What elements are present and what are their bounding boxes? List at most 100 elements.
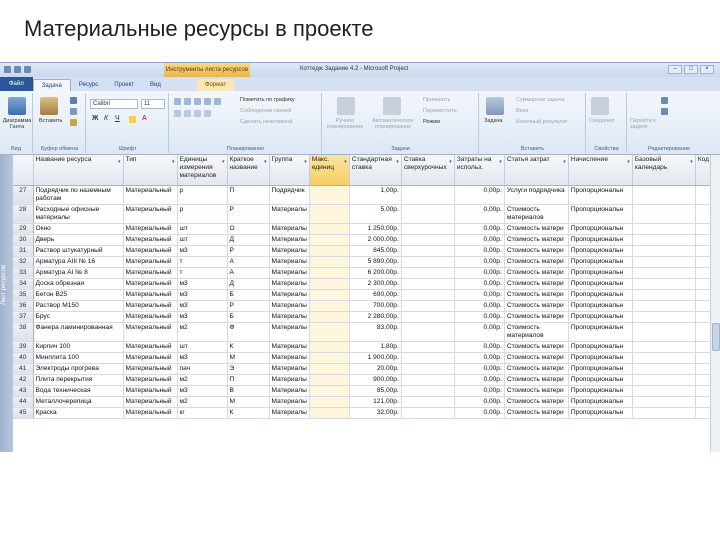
table-row[interactable]: 33 Арматура AI № 8 Материальный т А Материалы… — [13, 267, 713, 279]
cell-accrue[interactable]: Пропорциональн — [568, 289, 633, 301]
cell-group[interactable]: Материалы — [269, 341, 310, 353]
cell-id[interactable]: 42 — [13, 374, 34, 386]
cell-id[interactable]: 37 — [13, 311, 34, 323]
cell-ovt-rate[interactable] — [401, 245, 455, 257]
cell-initials[interactable]: О — [227, 223, 270, 235]
cell-base-calendar[interactable] — [632, 385, 696, 397]
indent-icon[interactable] — [174, 110, 181, 117]
cell-accrue[interactable]: Пропорциональн — [568, 396, 633, 408]
cell-resource-name[interactable]: Металлочерепица — [33, 396, 124, 408]
clear-icon[interactable] — [661, 108, 668, 115]
cell-group[interactable]: Материалы — [269, 289, 310, 301]
cell-material-label[interactable]: м3 — [177, 289, 228, 301]
cell-std-rate[interactable]: 2 000,00р. — [349, 234, 402, 246]
table-row[interactable]: 29 Окно Материальный шт О Материалы 1 250,00р.… — [13, 223, 713, 235]
cell-id[interactable]: 43 — [13, 385, 34, 397]
column-header-group[interactable]: Группа ▾ — [269, 155, 310, 186]
cell-group[interactable]: Подрядчик — [269, 185, 310, 205]
cell-max-units[interactable] — [309, 341, 350, 353]
column-filter-icon[interactable]: ▾ — [118, 158, 121, 166]
table-row[interactable]: 38 Фанера ламинированная Материальный м2 Ф Ма… — [13, 322, 713, 342]
auto-schedule-icon[interactable] — [383, 97, 401, 115]
table-row[interactable]: 44 Металлочерепица Материальный м2 М Материал… — [13, 396, 713, 408]
cell-std-rate[interactable]: 83,00р. — [349, 322, 402, 342]
cell-max-units[interactable] — [309, 396, 350, 408]
cell-cost-per-use[interactable]: 0,00р. — [454, 234, 505, 246]
cell-initials[interactable]: Д — [227, 278, 270, 290]
percent-25-icon[interactable] — [184, 98, 191, 105]
column-header-material-label[interactable]: Единицы измерения материалов ▾ — [177, 155, 228, 186]
tab-format[interactable]: Формат — [196, 79, 235, 91]
cell-ovt-rate[interactable] — [401, 396, 455, 408]
cell-base-calendar[interactable] — [632, 245, 696, 257]
cell-accrue[interactable]: Пропорциональн — [568, 374, 633, 386]
cell-material-label[interactable]: м3 — [177, 311, 228, 323]
cell-id[interactable]: 40 — [13, 352, 34, 364]
cell-max-units[interactable] — [309, 300, 350, 312]
column-header-accrue[interactable]: Начисление ▾ — [568, 155, 633, 186]
manual-schedule-button[interactable]: Ручное планирование — [325, 118, 365, 130]
column-header-cost-type[interactable]: Статья затрат ▾ — [504, 155, 569, 186]
cell-id[interactable]: 30 — [13, 234, 34, 246]
cell-cost-per-use[interactable]: 0,00р. — [454, 204, 505, 224]
font-size-combo[interactable]: 11 — [141, 99, 165, 109]
cell-initials[interactable]: Р — [227, 204, 270, 224]
bold-icon[interactable]: Ж — [92, 115, 98, 122]
cell-cost-per-use[interactable]: 0,00р. — [454, 300, 505, 312]
cell-type[interactable]: Материальный — [123, 363, 178, 375]
cell-resource-name[interactable]: Бетон B25 — [33, 289, 124, 301]
cell-max-units[interactable] — [309, 407, 350, 419]
cell-material-label[interactable]: м2 — [177, 322, 228, 342]
cell-initials[interactable]: Б — [227, 311, 270, 323]
table-row[interactable]: 39 Кирпич 100 Материальный шт К Материалы 1,80… — [13, 341, 713, 353]
cell-std-rate[interactable]: 5 890,00р. — [349, 256, 402, 268]
column-filter-icon[interactable]: ▾ — [344, 158, 347, 166]
cell-initials[interactable]: Р — [227, 300, 270, 312]
cell-group[interactable]: Материалы — [269, 374, 310, 386]
cell-cost-type[interactable]: Стоимость матери — [504, 396, 569, 408]
cell-ovt-rate[interactable] — [401, 311, 455, 323]
cell-max-units[interactable] — [309, 223, 350, 235]
cell-type[interactable]: Материальный — [123, 185, 178, 205]
cell-base-calendar[interactable] — [632, 352, 696, 364]
link-icon[interactable] — [194, 110, 201, 117]
cell-material-label[interactable]: м3 — [177, 300, 228, 312]
cell-cost-type[interactable]: Стоимость матери — [504, 267, 569, 279]
cell-base-calendar[interactable] — [632, 407, 696, 419]
cell-id[interactable]: 35 — [13, 289, 34, 301]
cell-group[interactable]: Материалы — [269, 278, 310, 290]
cell-accrue[interactable]: Пропорциональн — [568, 385, 633, 397]
column-filter-icon[interactable]: ▾ — [172, 158, 175, 166]
cell-max-units[interactable] — [309, 256, 350, 268]
cell-cost-type[interactable]: Стоимость матери — [504, 223, 569, 235]
cell-base-calendar[interactable] — [632, 341, 696, 353]
cell-base-calendar[interactable] — [632, 267, 696, 279]
cell-accrue[interactable]: Пропорциональн — [568, 267, 633, 279]
cell-ovt-rate[interactable] — [401, 234, 455, 246]
cell-type[interactable]: Материальный — [123, 311, 178, 323]
cell-resource-name[interactable]: Раствор M150 — [33, 300, 124, 312]
cell-group[interactable]: Материалы — [269, 204, 310, 224]
table-row[interactable]: 43 Вода техническая Материальный м3 В Материа… — [13, 385, 713, 397]
column-filter-icon[interactable]: ▾ — [396, 158, 399, 166]
cell-initials[interactable]: Р — [227, 245, 270, 257]
cell-initials[interactable]: П — [227, 185, 270, 205]
cell-std-rate[interactable]: 32,00р. — [349, 407, 402, 419]
cell-std-rate[interactable]: 2 280,00р. — [349, 311, 402, 323]
table-row[interactable]: 30 Дверь Материальный шт Д Материалы 2 000,00р… — [13, 234, 713, 246]
cell-group[interactable]: Материалы — [269, 396, 310, 408]
cell-cost-per-use[interactable]: 0,00р. — [454, 363, 505, 375]
cell-max-units[interactable] — [309, 311, 350, 323]
underline-icon[interactable]: Ч — [115, 115, 120, 122]
cell-resource-name[interactable]: Дверь — [33, 234, 124, 246]
insert-task-icon[interactable] — [486, 97, 504, 115]
cell-std-rate[interactable]: 900,00р. — [349, 374, 402, 386]
cell-id[interactable]: 27 — [13, 185, 34, 205]
cell-initials[interactable]: Э — [227, 363, 270, 375]
table-row[interactable]: 35 Бетон B25 Материальный м3 Б Материалы 690,0… — [13, 289, 713, 301]
cell-material-label[interactable]: кг — [177, 407, 228, 419]
cell-accrue[interactable]: Пропорциональн — [568, 352, 633, 364]
cell-accrue[interactable]: Пропорциональн — [568, 185, 633, 205]
cell-base-calendar[interactable] — [632, 185, 696, 205]
cell-material-label[interactable]: т — [177, 267, 228, 279]
